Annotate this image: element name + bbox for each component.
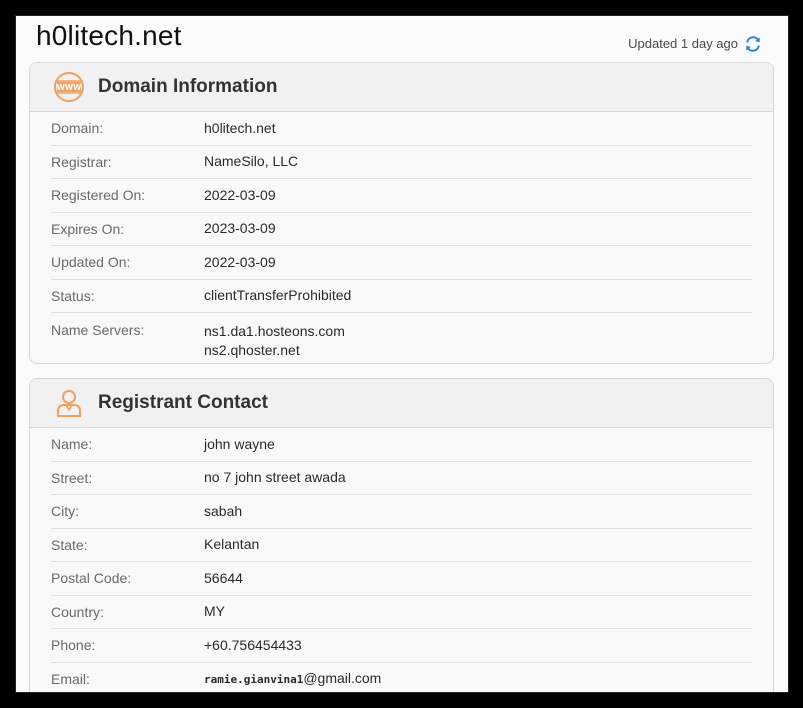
row-registered-on: Registered On: 2022-03-09 bbox=[51, 179, 752, 213]
row-registrar: Registrar: NameSilo, LLC bbox=[51, 146, 752, 179]
row-postal-code: Postal Code: 56644 bbox=[51, 562, 752, 596]
domain-information-card: WWW Domain Information Domain: h0litech.… bbox=[29, 62, 774, 364]
refresh-icon[interactable] bbox=[744, 35, 762, 53]
field-value: NameSilo, LLC bbox=[204, 153, 299, 170]
registrant-contact-card: Registrant Contact Name: john wayne Stre… bbox=[29, 378, 774, 692]
domain-information-rows: Domain: h0litech.net Registrar: NameSilo… bbox=[30, 112, 773, 363]
row-state: State: Kelantan bbox=[51, 529, 752, 562]
registrant-contact-header: Registrant Contact bbox=[30, 379, 773, 428]
row-country: Country: MY bbox=[51, 596, 752, 629]
field-label: Name: bbox=[51, 436, 93, 453]
whois-page: h0litech.net Updated 1 day ago WWW Domai… bbox=[16, 16, 788, 692]
field-value: john wayne bbox=[204, 435, 275, 452]
field-value: Kelantan bbox=[204, 536, 260, 553]
registrant-contact-rows: Name: john wayne Street: no 7 john stree… bbox=[30, 428, 773, 692]
field-label: Street: bbox=[51, 469, 93, 486]
field-label: Expires On: bbox=[51, 220, 125, 237]
field-value: no 7 john street awada bbox=[204, 469, 346, 486]
field-label: Domain: bbox=[51, 120, 104, 137]
row-email: Email: ramie.gianvina1@gmail.com bbox=[51, 663, 752, 693]
row-expires-on: Expires On: 2023-03-09 bbox=[51, 213, 752, 246]
field-label: Updated On: bbox=[51, 254, 131, 271]
field-value: +60.756454433 bbox=[204, 636, 302, 653]
row-domain: Domain: h0litech.net bbox=[51, 112, 752, 146]
page-title: h0litech.net bbox=[36, 20, 182, 51]
field-label: Status: bbox=[51, 287, 95, 304]
name-servers-list: ns1.da1.hosteons.com ns2.qhoster.net bbox=[204, 322, 345, 360]
field-label: Registrar: bbox=[51, 153, 112, 170]
field-label: Postal Code: bbox=[51, 570, 132, 587]
email-domain: @gmail.com bbox=[303, 670, 382, 687]
field-label: Name Servers: bbox=[51, 322, 145, 338]
row-name-servers: Name Servers: ns1.da1.hosteons.com ns2.q… bbox=[51, 313, 752, 363]
field-label: Registered On: bbox=[51, 187, 146, 204]
row-updated-on: Updated On: 2022-03-09 bbox=[51, 246, 752, 280]
field-value: 56644 bbox=[204, 569, 243, 586]
row-street: Street: no 7 john street awada bbox=[51, 462, 752, 495]
svg-text:WWW: WWW bbox=[57, 83, 83, 92]
updated-text: Updated 1 day ago bbox=[628, 35, 738, 51]
field-value: sabah bbox=[204, 502, 243, 519]
row-phone: Phone: +60.756454433 bbox=[51, 629, 752, 663]
field-value: clientTransferProhibited bbox=[204, 287, 352, 304]
name-server: ns1.da1.hosteons.com bbox=[204, 323, 345, 339]
field-label: State: bbox=[51, 536, 88, 553]
registrant-contact-title: Registrant Contact bbox=[98, 392, 268, 413]
field-label: Country: bbox=[51, 603, 104, 620]
top-bar: h0litech.net Updated 1 day ago bbox=[16, 16, 788, 60]
row-name: Name: john wayne bbox=[51, 428, 752, 462]
field-value: h0litech.net bbox=[204, 119, 276, 136]
updated-status: Updated 1 day ago bbox=[628, 34, 762, 52]
email-user: ramie.gianvina1 bbox=[204, 673, 304, 687]
field-value: MY bbox=[204, 603, 225, 620]
www-globe-icon: WWW bbox=[53, 71, 85, 103]
domain-information-header: WWW Domain Information bbox=[30, 63, 773, 112]
field-label: City: bbox=[51, 503, 79, 520]
field-label: Email: bbox=[51, 671, 90, 688]
email-value: ramie.gianvina1@gmail.com bbox=[204, 669, 381, 689]
field-value: 2022-03-09 bbox=[204, 186, 276, 203]
field-value: 2023-03-09 bbox=[204, 220, 276, 237]
field-label: Phone: bbox=[51, 637, 96, 654]
name-server: ns2.qhoster.net bbox=[204, 342, 300, 358]
person-icon bbox=[53, 387, 85, 419]
domain-information-title: Domain Information bbox=[98, 76, 278, 97]
row-status: Status: clientTransferProhibited bbox=[51, 280, 752, 313]
field-value: 2022-03-09 bbox=[204, 253, 276, 270]
row-city: City: sabah bbox=[51, 495, 752, 529]
